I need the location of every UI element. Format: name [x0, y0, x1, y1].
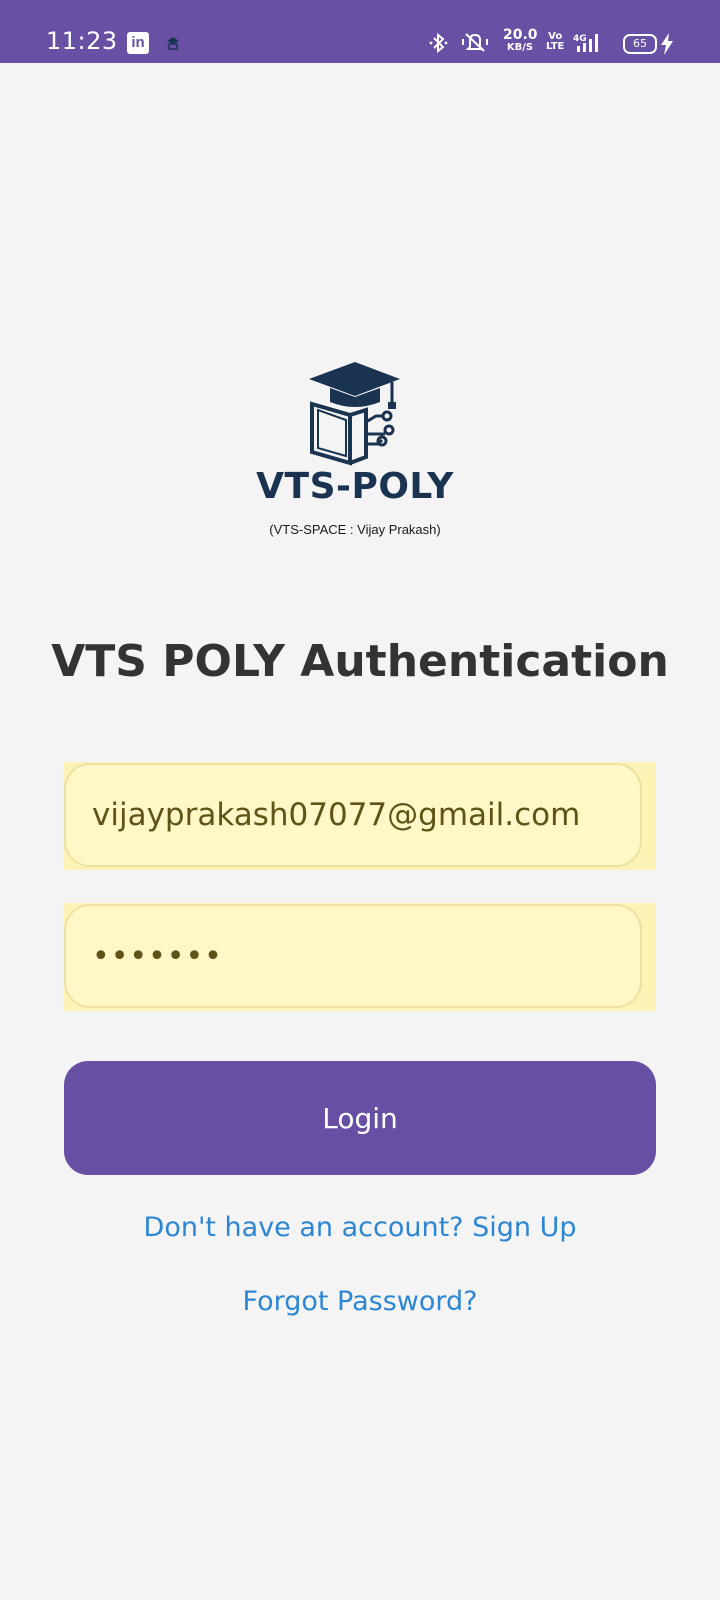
- status-bar: 11:23 in 20.0 KB/S Vo LTE 4G 65: [0, 0, 720, 63]
- network-type: 4G: [573, 34, 587, 44]
- graduation-cap-book-circuit-icon: [309, 362, 400, 466]
- status-time: 11:23: [46, 27, 118, 55]
- network-speed: 20.0 KB/S: [503, 27, 538, 53]
- email-field[interactable]: [64, 763, 642, 867]
- page-title: VTS POLY Authentication: [51, 636, 669, 687]
- volte-bottom: LTE: [546, 41, 565, 52]
- battery-indicator: 65: [623, 34, 657, 54]
- password-field-container: [63, 903, 656, 1011]
- signup-link[interactable]: Don't have an account? Sign Up: [0, 1212, 720, 1243]
- login-button[interactable]: Login: [64, 1061, 656, 1175]
- app-notification-icon: [167, 37, 179, 50]
- forgot-password-link[interactable]: Forgot Password?: [0, 1286, 720, 1317]
- charging-bolt-icon: [661, 33, 673, 55]
- linkedin-icon: in: [127, 32, 149, 54]
- network-speed-unit: KB/S: [506, 42, 534, 53]
- signal-icon: 4G: [573, 34, 598, 52]
- mute-icon: [462, 33, 488, 52]
- email-field-container: [63, 762, 656, 870]
- logo-title: VTS-POLY: [256, 466, 454, 507]
- password-field[interactable]: [64, 904, 642, 1008]
- logo-subtitle: (VTS-SPACE : Vijay Prakash): [269, 522, 441, 537]
- network-speed-value: 20.0: [503, 27, 538, 43]
- bluetooth-icon: [429, 32, 448, 54]
- volte-indicator: Vo LTE: [546, 32, 564, 52]
